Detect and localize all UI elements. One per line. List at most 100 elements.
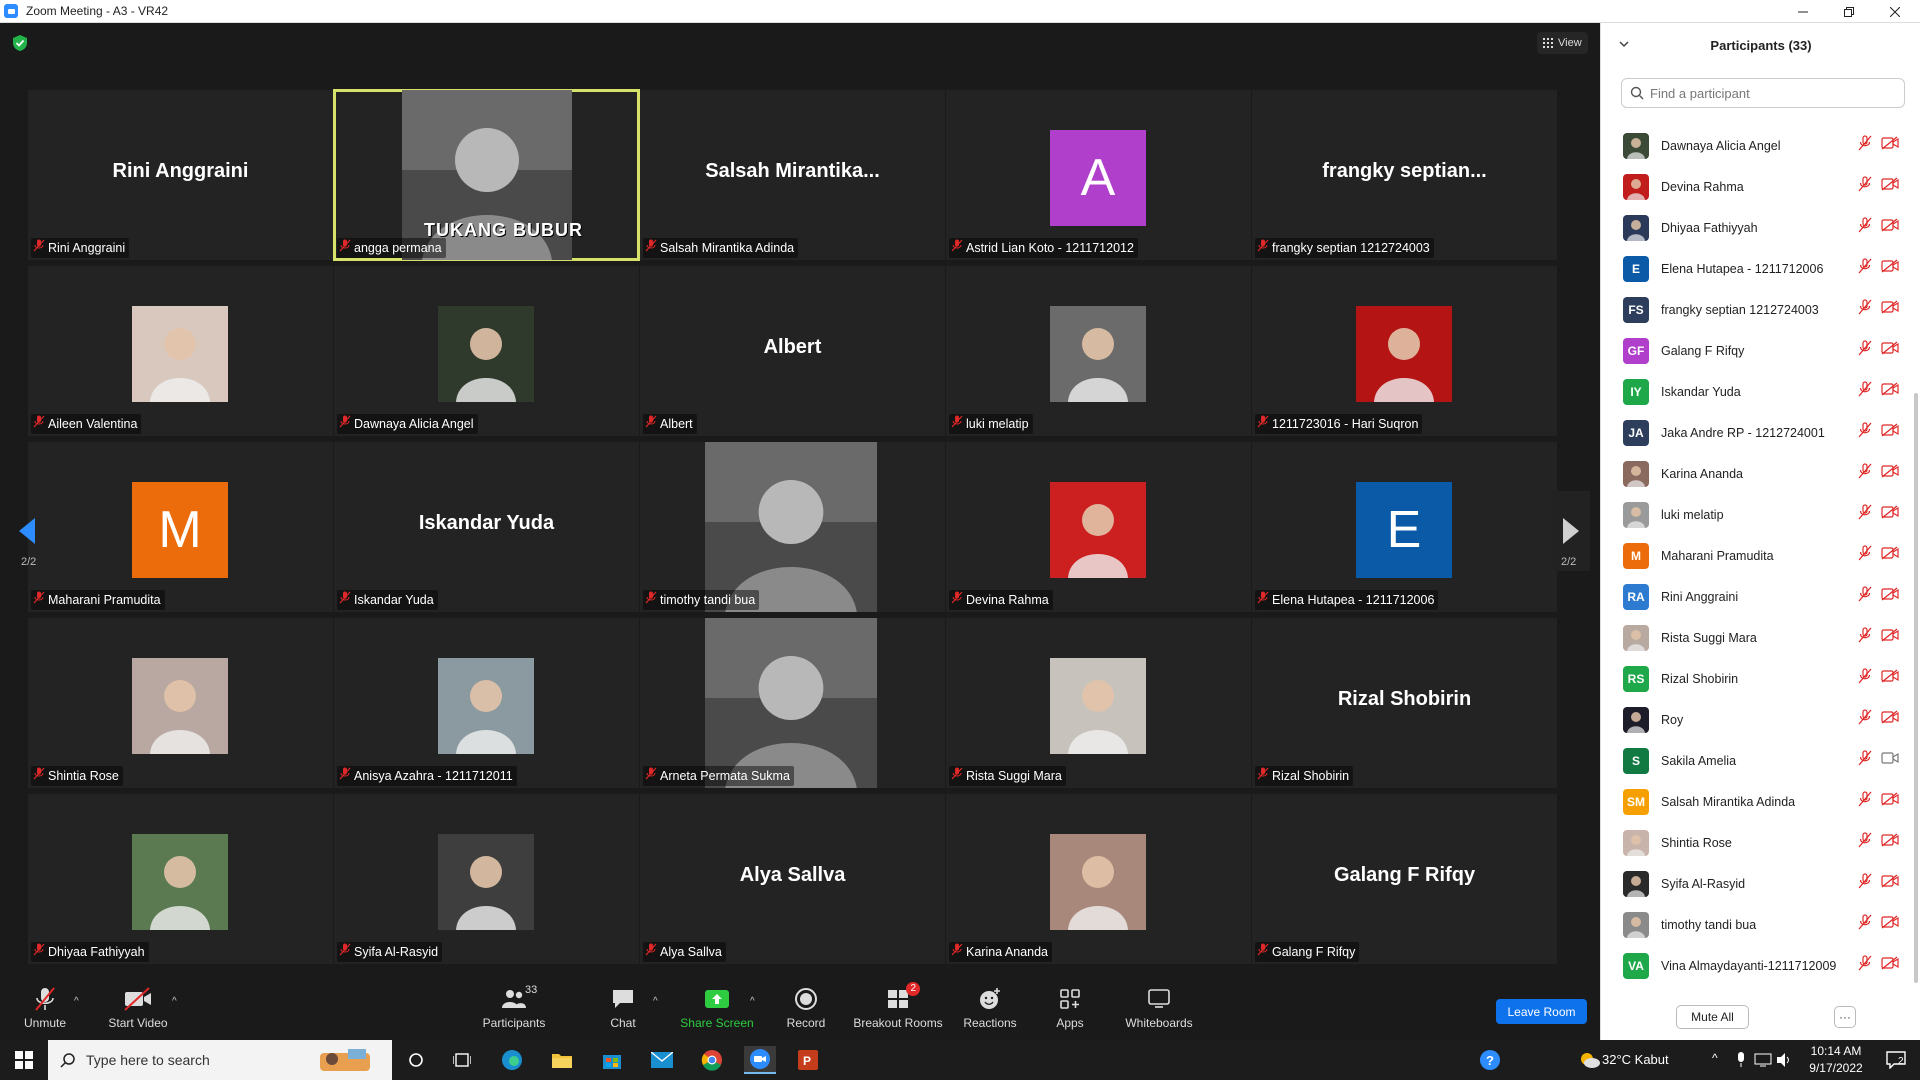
chrome-taskbar-button[interactable] [696,1046,728,1074]
close-button[interactable] [1872,0,1918,23]
participant-row-luki-melatip[interactable]: luki melatip [1601,494,1911,535]
video-tile-alya-sallva[interactable]: Alya Sallva Alya Sallva [640,794,945,964]
video-tile-syifa-al-rasyid[interactable]: Syifa Al-Rasyid [334,794,639,964]
participant-row-vina-almaydayanti-1211712009[interactable]: VA Vina Almaydayanti-1211712009 [1601,945,1911,986]
video-off-icon[interactable] [1881,300,1899,319]
video-tile-luki-melatip[interactable]: luki melatip [946,266,1251,436]
maximize-button[interactable] [1826,0,1872,23]
video-tile-devina-rahma[interactable]: Devina Rahma [946,442,1251,612]
mail-taskbar-button[interactable] [646,1046,678,1074]
powerpoint-taskbar-button[interactable]: P [792,1046,824,1074]
participant-row-roy[interactable]: Roy [1601,699,1911,740]
video-off-icon[interactable] [1881,341,1899,360]
participant-row-syifa-al-rasyid[interactable]: Syifa Al-Rasyid [1601,863,1911,904]
minimize-button[interactable] [1780,0,1826,23]
video-tile-rini-anggraini[interactable]: Rini Anggraini Rini Anggraini [28,90,333,260]
tray-overflow-chevron[interactable]: ^ [1712,1051,1718,1065]
clock-date[interactable]: 9/17/2022 [1806,1061,1866,1075]
taskbar-search-input[interactable] [86,1052,306,1068]
video-off-icon[interactable] [1881,382,1899,401]
video-options-caret[interactable]: ^ [172,996,177,1007]
participant-row-shintia-rose[interactable]: Shintia Rose [1601,822,1911,863]
store-taskbar-button[interactable] [596,1046,628,1074]
video-off-icon[interactable] [1881,628,1899,647]
video-tile-astrid-lian-koto-1211712012[interactable]: A Astrid Lian Koto - 1211712012 [946,90,1251,260]
participant-row-galang-f-rifqy[interactable]: GF Galang F Rifqy [1601,330,1911,371]
mic-tray-icon[interactable] [1731,1046,1751,1074]
chat-button[interactable]: Chat [578,986,668,1030]
mic-muted-icon[interactable] [1858,750,1872,771]
mic-muted-icon[interactable] [1858,709,1872,730]
video-off-icon[interactable] [1881,587,1899,606]
more-options-button[interactable]: ··· [1834,1006,1856,1028]
participant-row-devina-rahma[interactable]: Devina Rahma [1601,166,1911,207]
video-off-icon[interactable] [1881,136,1899,155]
video-off-icon[interactable] [1881,669,1899,688]
mic-muted-icon[interactable] [1858,258,1872,279]
video-tile-rista-suggi-mara[interactable]: Rista Suggi Mara [946,618,1251,788]
video-tile-timothy-tandi-bua[interactable]: timothy tandi bua [640,442,945,612]
share-options-caret[interactable]: ^ [750,996,755,1007]
participant-row-dhiyaa-fathiyyah[interactable]: Dhiyaa Fathiyyah [1601,207,1911,248]
task-view-button[interactable] [446,1046,478,1074]
participant-row-jaka-andre-rp-1212724001[interactable]: JA Jaka Andre RP - 1212724001 [1601,412,1911,453]
video-off-icon[interactable] [1881,833,1899,852]
video-tile-iskandar-yuda[interactable]: Iskandar Yuda Iskandar Yuda [334,442,639,612]
video-tile-1211723016-hari-suqron[interactable]: 1211723016 - Hari Suqron [1252,266,1557,436]
whiteboards-button[interactable]: Whiteboards [1114,986,1204,1030]
mic-muted-icon[interactable] [1858,791,1872,812]
mic-muted-icon[interactable] [1858,135,1872,156]
mic-muted-icon[interactable] [1858,217,1872,238]
mic-muted-icon[interactable] [1858,914,1872,935]
mic-muted-icon[interactable] [1858,873,1872,894]
participant-list-scrollbar[interactable] [1911,123,1920,998]
edge-taskbar-button[interactable] [496,1046,528,1074]
video-tile-elena-hutapea-1211712006[interactable]: E Elena Hutapea - 1211712006 [1252,442,1557,612]
video-off-icon[interactable] [1881,710,1899,729]
video-off-icon[interactable] [1881,423,1899,442]
participant-row-iskandar-yuda[interactable]: IY Iskandar Yuda [1601,371,1911,412]
file-explorer-taskbar-button[interactable] [546,1046,578,1074]
zoom-taskbar-button[interactable] [744,1046,776,1074]
audio-options-caret[interactable]: ^ [74,996,79,1007]
participant-row-salsah-mirantika-adinda[interactable]: SM Salsah Mirantika Adinda [1601,781,1911,822]
video-tile-arneta-permata-sukma[interactable]: Arneta Permata Sukma [640,618,945,788]
mic-muted-icon[interactable] [1858,955,1872,976]
participant-row-timothy-tandi-bua[interactable]: timothy tandi bua [1601,904,1911,945]
mic-muted-icon[interactable] [1858,381,1872,402]
participant-search-input[interactable] [1650,85,1890,101]
video-off-icon[interactable] [1881,915,1899,934]
share-screen-button[interactable]: Share Screen [672,986,762,1030]
video-tile-shintia-rose[interactable]: Shintia Rose [28,618,333,788]
start-button[interactable] [8,1046,40,1074]
scrollbar-thumb[interactable] [1914,393,1918,983]
video-tile-aileen-valentina[interactable]: Aileen Valentina [28,266,333,436]
video-tile-dhiyaa-fathiyyah[interactable]: Dhiyaa Fathiyyah [28,794,333,964]
mic-muted-icon[interactable] [1858,627,1872,648]
start-video-button[interactable]: Start Video [93,986,183,1030]
help-tray-button[interactable]: ? [1474,1046,1506,1074]
network-tray-icon[interactable] [1753,1046,1773,1074]
mic-muted-icon[interactable] [1858,176,1872,197]
cortana-button[interactable] [400,1046,432,1074]
participant-row-rini-anggraini[interactable]: RA Rini Anggraini [1601,576,1911,617]
video-off-icon[interactable] [1881,546,1899,565]
video-tile-karina-ananda[interactable]: Karina Ananda [946,794,1251,964]
video-tile-galang-f-rifqy[interactable]: Galang F Rifqy Galang F Rifqy [1252,794,1557,964]
video-tile-dawnaya-alicia-angel[interactable]: Dawnaya Alicia Angel [334,266,639,436]
participants-button[interactable]: 33 Participants [469,984,559,1030]
video-tile-salsah-mirantika-adinda[interactable]: Salsah Mirantika... Salsah Mirantika Adin… [640,90,945,260]
reactions-button[interactable]: Reactions [945,986,1035,1030]
participant-row-maharani-pramudita[interactable]: M Maharani Pramudita [1601,535,1911,576]
participant-row-rizal-shobirin[interactable]: RS Rizal Shobirin [1601,658,1911,699]
video-off-icon[interactable] [1881,259,1899,278]
mic-muted-icon[interactable] [1858,504,1872,525]
volume-tray-icon[interactable] [1775,1046,1795,1074]
video-off-icon[interactable] [1881,177,1899,196]
apps-button[interactable]: Apps [1025,986,1115,1030]
leave-room-button[interactable]: Leave Room [1496,999,1587,1024]
video-tile-frangky-septian-1212724003[interactable]: frangky septian... frangky septian 121272… [1252,90,1557,260]
mic-muted-icon[interactable] [1858,586,1872,607]
mic-muted-icon[interactable] [1858,422,1872,443]
participant-row-elena-hutapea-1211712006[interactable]: E Elena Hutapea - 1211712006 [1601,248,1911,289]
